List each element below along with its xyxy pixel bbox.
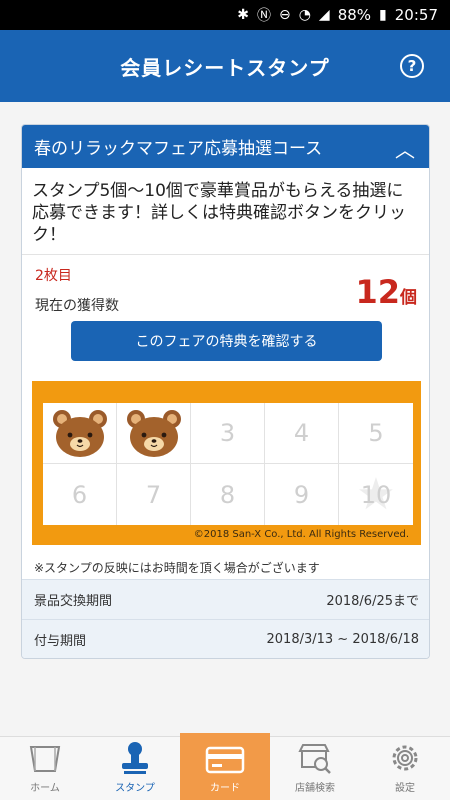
page-title: 会員レシートスタンプ xyxy=(120,55,330,80)
nav-settings-label: 設定 xyxy=(395,783,415,794)
nfc-icon: Ⓝ xyxy=(256,8,271,24)
stamp-note: ※スタンプの反映にはお時間を頂く場合がございます xyxy=(34,561,320,575)
stamp-cell-3: 3 xyxy=(191,403,265,464)
stamp-cell-9: 9 xyxy=(265,464,339,525)
nav-store-search[interactable]: 店舗検索 xyxy=(270,737,360,800)
home-icon xyxy=(29,746,61,772)
bluetooth-icon: ✱ xyxy=(237,7,249,23)
stamp-cell-number: 6 xyxy=(71,480,88,509)
status-bar: ✱ Ⓝ ⊖ ◔ ◢ 88% ▮ 20:57 xyxy=(0,0,450,30)
stamp-cell-number: 7 xyxy=(145,480,162,509)
battery-percent: 88% xyxy=(337,6,372,24)
sheet-number: 2枚目 xyxy=(35,268,72,284)
count-label: 現在の獲得数 xyxy=(35,298,119,314)
stamp-count-unit: 個 xyxy=(400,288,417,308)
stamp-cell-number: 8 xyxy=(219,480,236,509)
stamp-cell-number: 3 xyxy=(219,419,236,447)
signal-icon: ◢ xyxy=(318,7,330,23)
campaign-title: 春のリラックマフェア応募抽選コース xyxy=(34,139,323,159)
grant-period-row: 付与期間 2018/3/13 ~ 2018/6/18 xyxy=(22,619,429,658)
stamp-cell-5: 5 xyxy=(339,403,413,464)
exchange-period-row: 景品交換期間 2018/6/25まで xyxy=(22,579,429,619)
nav-stamp-label: スタンプ xyxy=(115,783,155,794)
stamp-cell-2 xyxy=(117,403,191,464)
stamp-cell-10: ★ 10 xyxy=(339,464,413,525)
help-icon[interactable]: ? xyxy=(400,54,424,78)
nav-stamp[interactable]: スタンプ xyxy=(90,737,180,800)
nav-store-search-label: 店舗検索 xyxy=(295,783,335,794)
chevron-up-icon[interactable]: ︿ xyxy=(395,134,415,163)
stamp-cell-8: 8 xyxy=(191,464,265,525)
stamp-icon xyxy=(122,742,148,774)
copyright: ©2018 San-X Co., Ltd. All Rights Reserve… xyxy=(193,529,409,540)
stamp-cell-7: 7 xyxy=(117,464,191,525)
stamp-cell-4: 4 xyxy=(265,403,339,464)
exchange-period-label: 景品交換期間 xyxy=(34,594,113,609)
stamp-count-block: 2枚目 現在の獲得数 12個 xyxy=(22,255,429,321)
campaign-card: 春のリラックマフェア応募抽選コース ︿ スタンプ5個〜10個で豪華賞品がもらえる… xyxy=(21,124,430,659)
stamp-cell-number: 4 xyxy=(293,419,310,447)
stamp-count-value: 12 xyxy=(355,273,400,311)
nav-card-label: カード xyxy=(210,783,240,794)
grant-period-value: 2018/3/13 ~ 2018/6/18 xyxy=(266,632,419,647)
rilakkuma-stamp-icon xyxy=(52,410,107,457)
nav-settings[interactable]: 設定 xyxy=(360,737,450,800)
stamp-cell-1 xyxy=(43,403,117,464)
stamp-cell-number: 5 xyxy=(368,419,384,447)
app-header: 会員レシートスタンプ ? xyxy=(0,30,450,102)
stamp-cell-6: 6 xyxy=(43,464,117,525)
check-benefits-button[interactable]: このフェアの特典を確認する xyxy=(71,321,382,361)
card-icon xyxy=(205,746,245,774)
campaign-description: スタンプ5個〜10個で豪華賞品がもらえる抽選に応募できます！詳しくは特典確認ボタ… xyxy=(22,168,429,255)
stamp-cell-number: 9 xyxy=(293,480,310,509)
store-search-icon xyxy=(298,744,331,774)
nav-home-label: ホーム xyxy=(30,783,60,794)
exchange-period-value: 2018/6/25まで xyxy=(326,594,419,609)
stamp-cell-number: 10 xyxy=(360,480,392,509)
do-not-disturb-icon: ⊖ xyxy=(278,7,291,23)
rilakkuma-stamp-icon xyxy=(126,410,181,457)
nav-card[interactable]: カード xyxy=(180,733,270,800)
clock: 20:57 xyxy=(394,6,438,24)
battery-icon: ▮ xyxy=(379,7,387,23)
grant-period-label: 付与期間 xyxy=(34,634,87,649)
stamp-card: 3 4 5 6 7 8 9 ★ 10 ©2018 San-X Co., Ltd.… xyxy=(32,381,421,545)
nav-home[interactable]: ホーム xyxy=(0,737,90,800)
campaign-header[interactable]: 春のリラックマフェア応募抽選コース ︿ xyxy=(22,125,429,168)
wifi-icon: ◔ xyxy=(298,7,311,23)
gear-icon xyxy=(392,745,418,771)
bottom-nav: ホーム スタンプ カード 店舗検索 設定 xyxy=(0,733,450,800)
stamp-count: 12個 xyxy=(355,273,417,311)
stamp-grid: 3 4 5 6 7 8 9 ★ 10 xyxy=(43,403,413,525)
